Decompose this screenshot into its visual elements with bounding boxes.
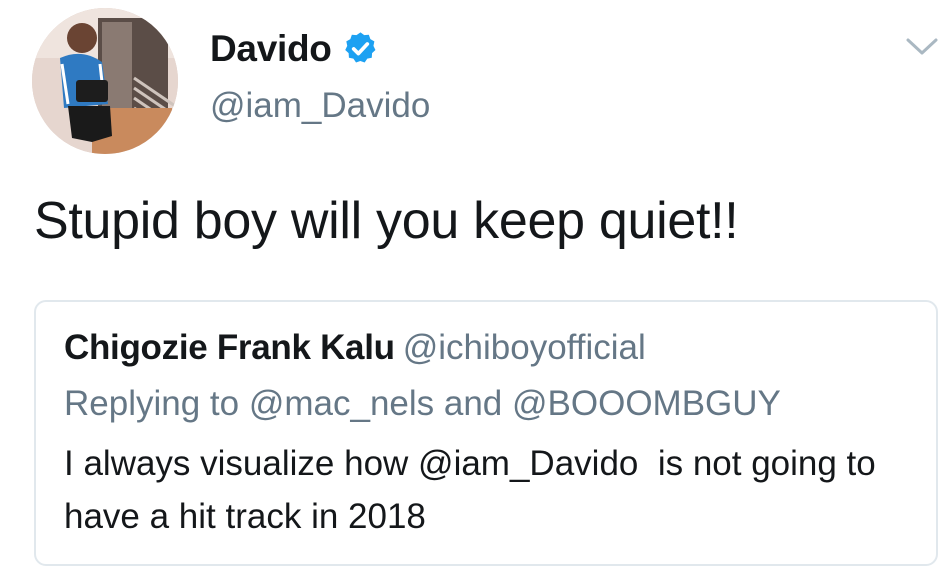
avatar-image: [32, 8, 178, 154]
author-handle[interactable]: @iam_Davido: [210, 88, 430, 123]
quoted-tweet-header: Chigozie Frank Kalu @ichiboyofficial: [64, 330, 646, 365]
quoted-reply-context: Replying to @mac_nels and @BOOOMBGUY: [64, 384, 781, 423]
tweet-text: Stupid boy will you keep quiet!!: [34, 192, 739, 250]
avatar[interactable]: [32, 8, 178, 154]
chevron-down-icon[interactable]: [905, 36, 939, 58]
quoted-tweet[interactable]: Chigozie Frank Kalu @ichiboyofficial Repl…: [34, 300, 938, 566]
quoted-tweet-text: I always visualize how @iam_Davido is no…: [64, 444, 886, 536]
quoted-author-handle[interactable]: @ichiboyofficial: [403, 328, 646, 367]
author-display-name[interactable]: Davido: [210, 30, 332, 67]
author-name-row: Davido: [210, 30, 379, 67]
verified-badge-icon: [342, 30, 379, 67]
quoted-author-name[interactable]: Chigozie Frank Kalu: [64, 328, 395, 367]
tweet-card: Davido @iam_Davido Stupid boy will you k…: [0, 0, 951, 588]
